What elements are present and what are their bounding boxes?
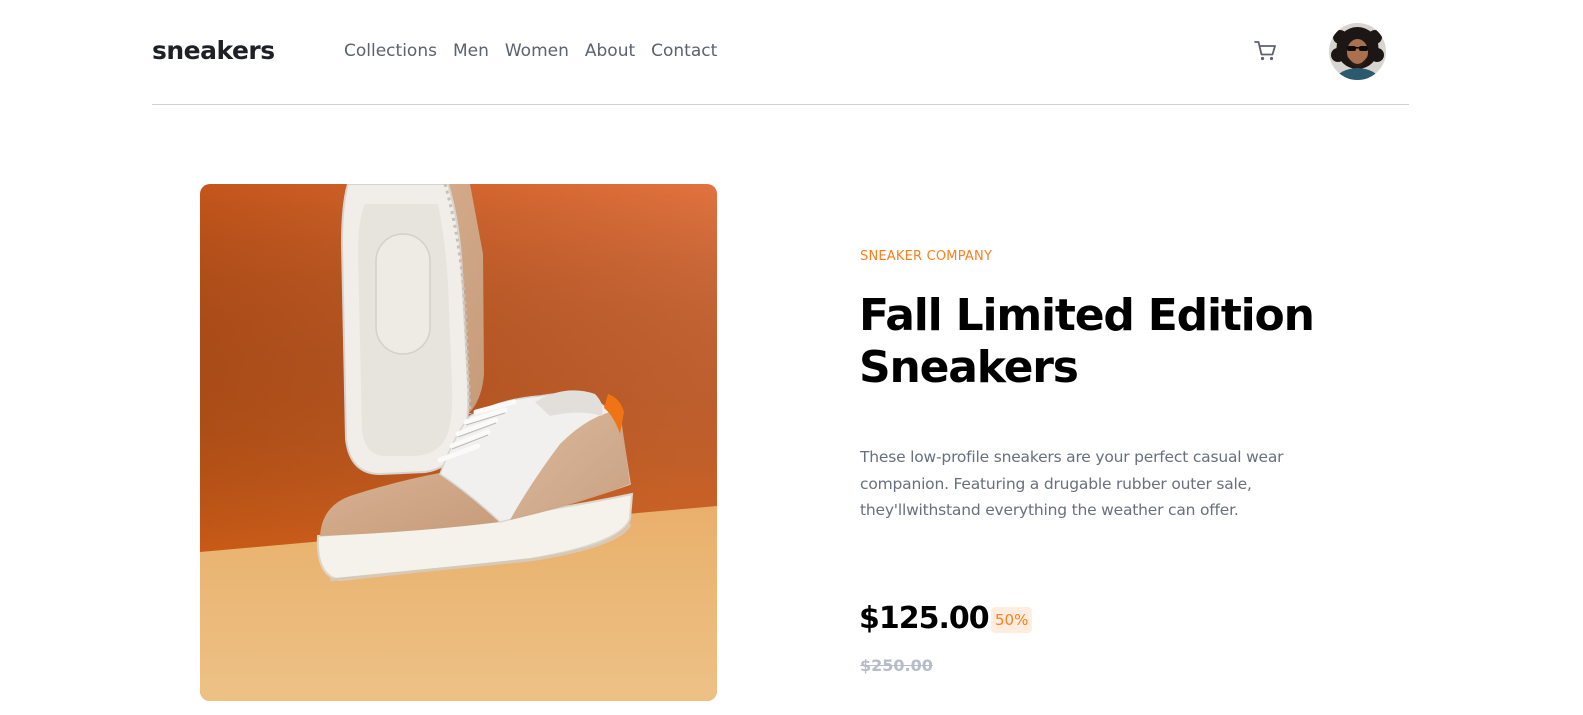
- nav-link-contact[interactable]: Contact: [651, 41, 717, 61]
- discount-badge: 50%: [991, 607, 1033, 633]
- company-name: SNEAKER COMPANY: [860, 249, 993, 264]
- nav-item-women: Women: [505, 38, 569, 64]
- nav-link-about[interactable]: About: [585, 41, 635, 61]
- sneaker-photo: [200, 184, 717, 701]
- product-title: Fall Limited Edition Sneakers: [859, 290, 1315, 393]
- original-price: $250.00: [860, 656, 933, 675]
- main-nav: Collections Men Women About Contact: [344, 38, 717, 64]
- nav-item-about: About: [585, 38, 635, 64]
- nav-link-women[interactable]: Women: [505, 41, 569, 61]
- nav-item-men: Men: [453, 38, 489, 64]
- nav-item-collections: Collections: [344, 38, 437, 64]
- product-page: sneakers Collections Men Women About Con…: [0, 0, 1583, 715]
- product-image[interactable]: [200, 184, 717, 701]
- site-header: sneakers Collections Men Women About Con…: [152, 0, 1409, 105]
- current-price: $125.00: [859, 601, 990, 636]
- product-description: These low-profile sneakers are your perf…: [860, 448, 1284, 520]
- user-photo: [1329, 23, 1386, 80]
- logo[interactable]: sneakers: [152, 34, 275, 68]
- nav-link-collections[interactable]: Collections: [344, 41, 437, 61]
- nav-link-men[interactable]: Men: [453, 41, 489, 61]
- avatar[interactable]: [1329, 23, 1386, 80]
- cart-button[interactable]: [1252, 37, 1278, 63]
- cart-icon: [1254, 41, 1276, 61]
- nav-item-contact: Contact: [651, 38, 717, 64]
